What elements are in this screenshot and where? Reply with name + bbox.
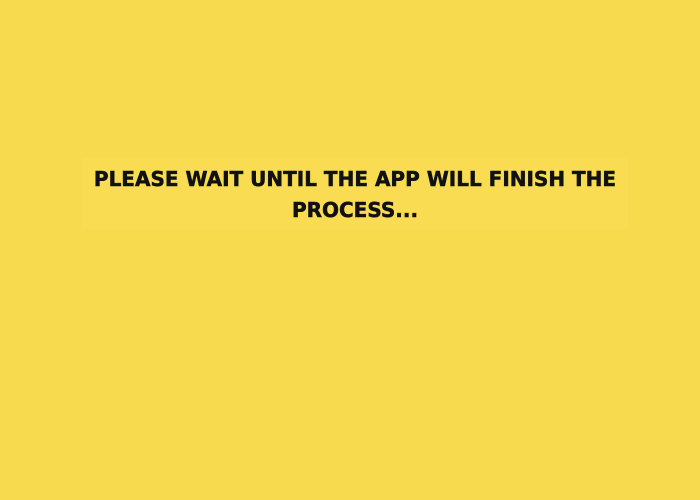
loading-screen: PLEASE WAIT UNTIL THE APP WILL FINISH TH…: [0, 0, 700, 500]
loading-message: PLEASE WAIT UNTIL THE APP WILL FINISH TH…: [93, 167, 617, 223]
